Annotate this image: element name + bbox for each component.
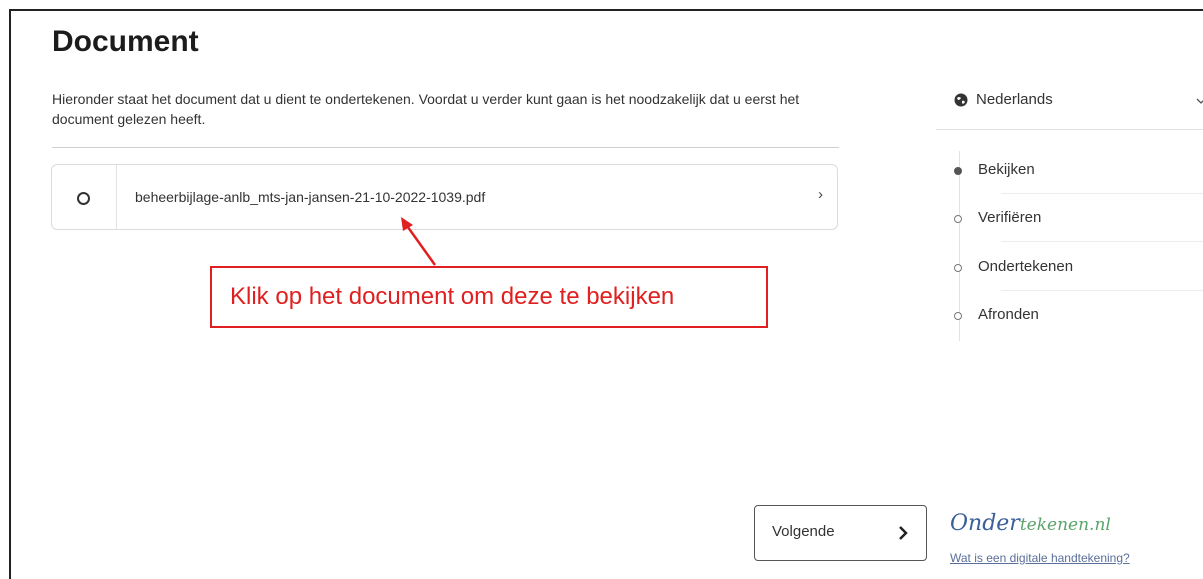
next-button[interactable]: Volgende (754, 505, 927, 561)
step-label: Bekijken (978, 161, 1035, 178)
page-title: Document (52, 25, 199, 58)
language-selector[interactable]: Nederlands (954, 91, 1053, 108)
annotation-text: Klik op het document om deze te bekijken (230, 283, 675, 310)
divider (936, 129, 1203, 130)
step-active-dot-icon (954, 167, 962, 175)
step-label: Ondertekenen (978, 258, 1074, 275)
divider (1001, 241, 1203, 242)
unread-status-icon (77, 192, 90, 205)
step-pending-dot-icon (954, 264, 962, 272)
document-filename[interactable]: beheerbijlage-anlb_mts-jan-jansen-21-10-… (135, 189, 485, 205)
step-pending-dot-icon (954, 215, 962, 223)
app-window: Document Hieronder staat het document da… (9, 9, 1203, 579)
language-label: Nederlands (976, 91, 1053, 108)
chevron-down-icon[interactable] (1196, 97, 1203, 105)
chevron-right-icon[interactable]: › (818, 186, 823, 203)
chevron-right-icon (899, 526, 908, 540)
document-status-cell (52, 165, 117, 229)
annotation-callout: Klik op het document om deze te bekijken (210, 266, 768, 328)
globe-icon (954, 93, 968, 107)
annotation-arrow-icon (401, 217, 437, 266)
next-button-label: Volgende (772, 523, 835, 540)
divider (1001, 193, 1203, 194)
step-pending-dot-icon (954, 312, 962, 320)
divider (52, 147, 839, 148)
brand-logo: Ondertekenen.nl (950, 511, 1111, 536)
intro-text: Hieronder staat het document dat u dient… (52, 91, 800, 127)
help-link[interactable]: Wat is een digitale handtekening? (950, 551, 1130, 565)
divider (1001, 290, 1203, 291)
step-label: Verifiëren (978, 209, 1042, 226)
step-label: Afronden (978, 306, 1039, 323)
